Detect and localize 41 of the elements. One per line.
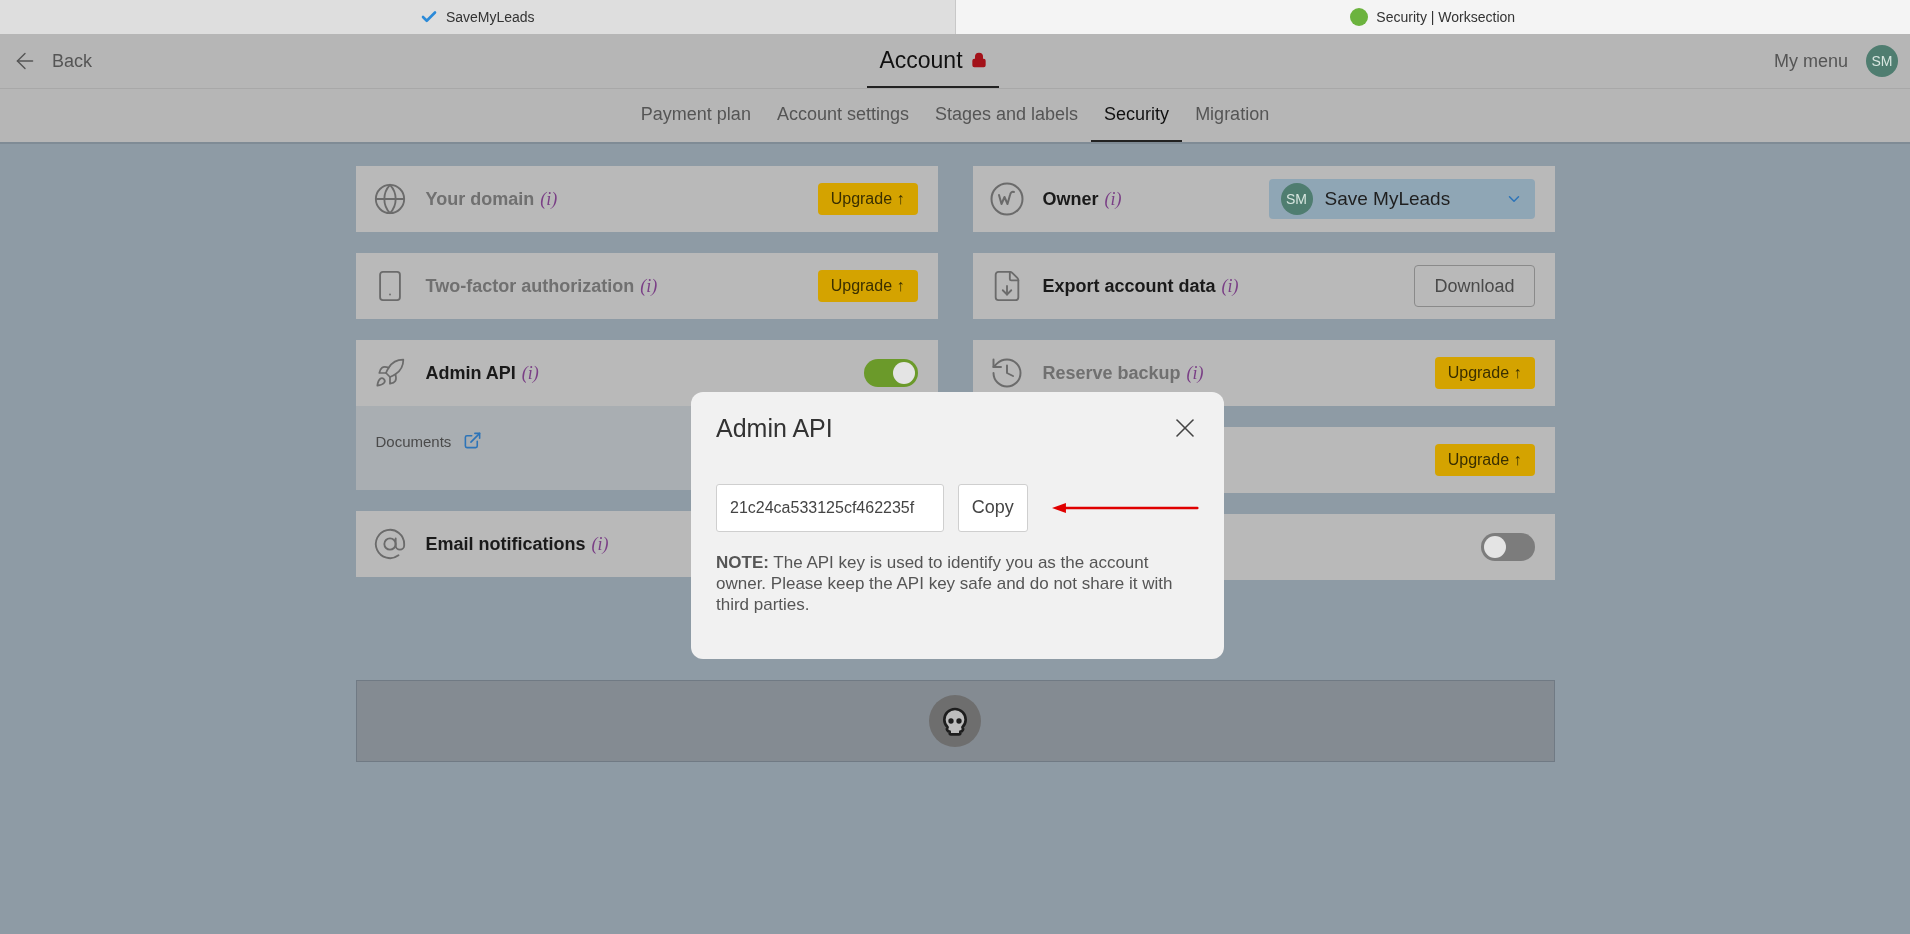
nav-tab[interactable]: Account settings xyxy=(763,89,922,142)
skull-icon[interactable] xyxy=(929,695,981,747)
download-button[interactable]: Download xyxy=(1414,265,1535,307)
nav-tab[interactable]: Stages and labels xyxy=(922,89,1092,142)
info-link[interactable]: (i) xyxy=(1221,272,1239,300)
user-avatar[interactable]: SM xyxy=(1866,45,1898,77)
info-link[interactable]: (i) xyxy=(591,530,609,558)
logo-icon xyxy=(989,182,1024,216)
setting-label: Reserve backup xyxy=(1042,361,1181,385)
owner-select[interactable]: SM Save MyLeads xyxy=(1268,179,1535,219)
external-link-icon[interactable] xyxy=(463,431,483,450)
dialog-title: Admin API xyxy=(716,413,833,444)
browser-tab[interactable]: Security | Worksection xyxy=(955,0,1910,34)
toggle-switch[interactable] xyxy=(1480,533,1535,561)
my-menu-button[interactable]: My menu xyxy=(1773,47,1848,75)
note-text: NOTE: The API key is used to identify you as the account owner. Please keep the API key safe and do not share it with third parties. xyxy=(716,551,1174,615)
globe-icon xyxy=(372,182,407,216)
lock-icon xyxy=(970,52,987,68)
documents-link[interactable]: Documents xyxy=(375,431,452,454)
back-button[interactable]: Back xyxy=(12,47,93,75)
info-link[interactable]: (i) xyxy=(521,359,539,387)
browser-tab[interactable]: SaveMyLeads xyxy=(0,0,956,34)
nav-tab[interactable]: Security xyxy=(1091,89,1183,142)
setting-label: Admin API xyxy=(425,361,516,385)
rocket-icon xyxy=(373,357,406,389)
setting-label: Your domain xyxy=(425,187,535,211)
nav-tab[interactable]: Migration xyxy=(1182,89,1283,142)
api-key-field[interactable]: 21c24ca533125cf462235f xyxy=(716,483,944,532)
info-link[interactable]: (i) xyxy=(1104,185,1122,213)
copy-button[interactable]: Copy xyxy=(958,483,1028,532)
upgrade-button[interactable]: Upgrade ↑ xyxy=(1434,444,1535,476)
avatar: SM xyxy=(1280,183,1313,215)
page-title: Account xyxy=(879,45,963,75)
setting-label: Email notifications xyxy=(425,532,586,556)
nav-tab[interactable]: Payment plan xyxy=(627,89,764,142)
setting-label: Owner xyxy=(1042,187,1099,211)
setting-label: Export account data xyxy=(1042,274,1216,298)
setting-label: Two-factor authorization xyxy=(425,274,635,298)
at-sign-icon xyxy=(372,527,407,561)
site-logo-icon xyxy=(1350,8,1369,26)
toggle-switch[interactable] xyxy=(863,359,918,387)
